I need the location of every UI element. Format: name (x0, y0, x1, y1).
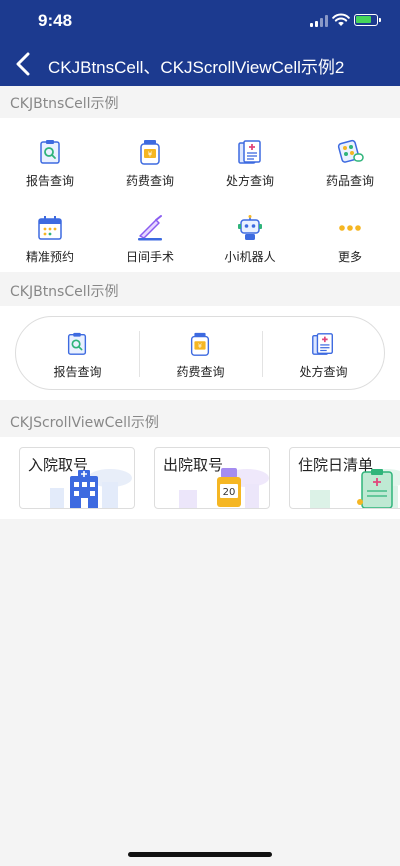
card-discharge-number[interactable]: 出院取号 20 (154, 447, 270, 509)
clipboard-list-icon (310, 469, 400, 508)
page-title: CKJBtnsCell、CKJScrollViewCell示例2 (48, 58, 345, 77)
report-query-icon (67, 332, 87, 355)
scalpel-icon (138, 215, 162, 241)
section-header-label: CKJScrollViewCell示例 (10, 415, 159, 431)
grid-item-label: 更多 (337, 250, 362, 264)
grid-item-more[interactable]: 更多 (300, 200, 400, 272)
medicine-fee-icon: ¥ (190, 332, 210, 356)
battery-icon (354, 14, 381, 26)
scrollview-panel[interactable]: 入院取号 出院取号 20 住院日清单 (0, 437, 400, 519)
pill-item-prescription[interactable]: 处方查询 (262, 317, 385, 391)
back-arrow-icon[interactable] (14, 52, 32, 76)
grid-item-drug-query[interactable]: 药品查询 (300, 124, 400, 196)
drug-query-icon (337, 139, 364, 163)
cellular-signal-icon (310, 15, 328, 27)
grid-item-label: 报告查询 (25, 174, 74, 188)
status-bar: 9:48 (0, 0, 400, 44)
grid-item-precise-appointment[interactable]: 精准预约 (0, 200, 100, 272)
section-header-btns-2: CKJBtnsCell示例 (0, 274, 400, 306)
hospital-building-icon (50, 469, 132, 508)
pill-item-report-query[interactable]: 报告查询 (16, 317, 139, 391)
more-dots-icon (339, 225, 361, 231)
prescription-icon (238, 140, 261, 164)
pill-item-label: 药费查询 (176, 365, 225, 379)
grid-item-label: 精准预约 (25, 250, 74, 264)
svg-text:¥: ¥ (148, 151, 153, 159)
pill-button-group: 报告查询 ¥ 药费查询 处方查询 (15, 316, 385, 390)
report-query-icon (40, 140, 60, 164)
grid-item-medicine-fee[interactable]: ¥ 药费查询 (100, 124, 200, 196)
section-header-label: CKJBtnsCell示例 (10, 284, 119, 300)
grid-item-label: 日间手术 (125, 250, 174, 264)
status-time: 9:48 (38, 11, 73, 30)
grid-item-day-surgery[interactable]: 日间手术 (100, 200, 200, 272)
queue-number-icon: 20 (179, 468, 269, 508)
wifi-icon (332, 13, 350, 26)
btns-grid-panel: 报告查询 ¥ 药费查询 处方查询 药品查询 精准预约 日间手术 小i机器人 更多 (0, 118, 400, 272)
robot-icon (238, 215, 262, 240)
grid-item-label: 药费查询 (125, 174, 174, 188)
section-header-scrollview: CKJScrollViewCell示例 (0, 405, 400, 437)
btns-pill-panel: 报告查询 ¥ 药费查询 处方查询 (0, 306, 400, 400)
calendar-icon (38, 216, 62, 240)
pill-item-label: 报告查询 (53, 365, 102, 379)
grid-item-label: 药品查询 (325, 174, 374, 188)
section-header-btns-1: CKJBtnsCell示例 (0, 86, 400, 118)
pill-item-medicine-fee[interactable]: ¥ 药费查询 (139, 317, 262, 391)
card-admission-number[interactable]: 入院取号 (19, 447, 135, 509)
grid-item-report-query[interactable]: 报告查询 (0, 124, 100, 196)
queue-number-badge: 20 (223, 487, 236, 498)
grid-item-label: 小i机器人 (224, 250, 276, 264)
medicine-fee-icon: ¥ (140, 140, 160, 165)
grid-item-prescription[interactable]: 处方查询 (200, 124, 300, 196)
grid-item-robot[interactable]: 小i机器人 (200, 200, 300, 272)
navigation-bar: 9:48 CKJBtnsCell、CKJScrollViewCell示例2 (0, 0, 400, 86)
home-indicator[interactable] (128, 852, 272, 857)
svg-text:¥: ¥ (198, 342, 202, 350)
section-header-label: CKJBtnsCell示例 (10, 96, 119, 112)
card-inpatient-daily-list[interactable]: 住院日清单 (289, 447, 400, 509)
prescription-icon (312, 333, 333, 355)
grid-item-label: 处方查询 (225, 174, 274, 188)
pill-item-label: 处方查询 (299, 365, 348, 379)
